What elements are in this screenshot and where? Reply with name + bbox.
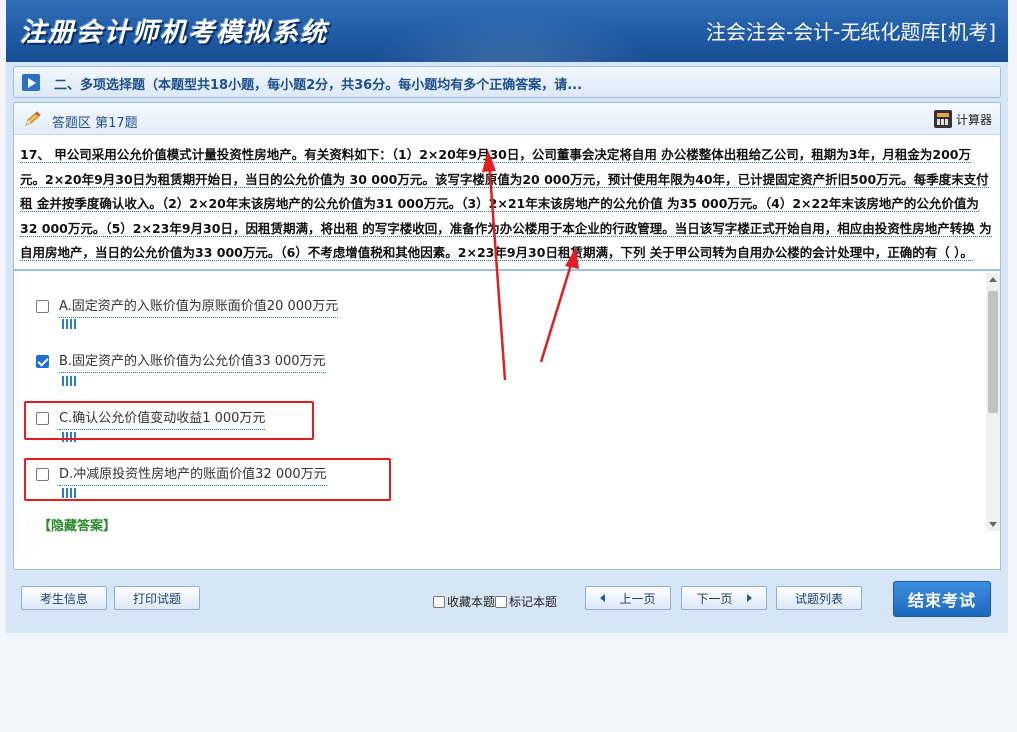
- annotation-arrow-2: [539, 257, 575, 363]
- annotation-arrowhead-2: [565, 247, 579, 269]
- annotation-arrows: [482, 150, 579, 381]
- annotation-arrow-1: [487, 159, 507, 381]
- annotation-arrowhead-1: [482, 150, 496, 172]
